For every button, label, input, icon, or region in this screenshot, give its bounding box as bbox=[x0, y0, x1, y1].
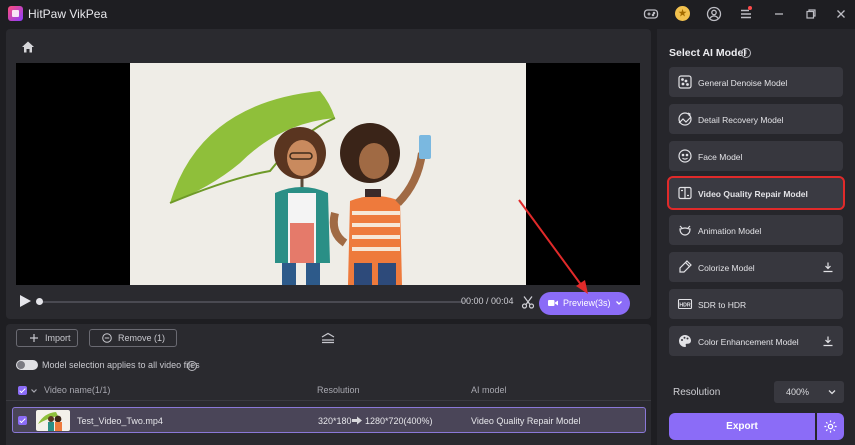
column-video-name: Video name(1/1) bbox=[44, 385, 111, 395]
export-button[interactable]: Export bbox=[669, 413, 815, 440]
app-window: HitPaw VikPea ★ 00:00 / 00:04 Preview(3s… bbox=[0, 0, 855, 445]
row-resolution-to: 1280*720(400%) bbox=[365, 416, 433, 426]
model-sdr-to-hdr[interactable]: HDR SDR to HDR bbox=[669, 289, 843, 319]
remove-label: Remove (1) bbox=[118, 333, 166, 343]
chevron-down-icon[interactable] bbox=[30, 387, 38, 395]
seek-handle[interactable] bbox=[36, 298, 43, 305]
row-resolution-from: 320*180 bbox=[318, 416, 352, 426]
detail-recovery-icon bbox=[678, 112, 692, 126]
row-checkbox[interactable] bbox=[18, 416, 27, 425]
model-colorize[interactable]: Colorize Model bbox=[669, 252, 843, 282]
export-settings-button[interactable] bbox=[817, 413, 844, 440]
preview-panel: 00:00 / 00:04 Preview(3s) bbox=[6, 29, 651, 319]
apply-all-label: Model selection applies to all video fil… bbox=[42, 360, 200, 370]
palette-icon bbox=[679, 335, 691, 347]
gamepad-icon[interactable] bbox=[642, 5, 660, 23]
preview-label: Preview(3s) bbox=[563, 298, 611, 308]
app-title: HitPaw VikPea bbox=[28, 7, 108, 21]
resolution-label: Resolution bbox=[673, 387, 721, 398]
arrow-right-icon bbox=[352, 416, 362, 425]
model-sidebar: Select AI Model i General Denoise Model … bbox=[657, 29, 855, 445]
apply-all-toggle[interactable] bbox=[16, 360, 38, 370]
model-label: Detail Recovery Model bbox=[698, 115, 784, 125]
model-label: Face Model bbox=[698, 152, 743, 162]
preview-button[interactable]: Preview(3s) bbox=[539, 292, 630, 315]
app-logo bbox=[8, 6, 23, 21]
model-animation[interactable]: Animation Model bbox=[669, 215, 843, 245]
chevron-down-icon[interactable] bbox=[615, 299, 623, 307]
table-row[interactable]: Test_Video_Two.mp4 320*180 1280*720(400%… bbox=[12, 407, 646, 433]
collapse-icon[interactable] bbox=[320, 332, 336, 344]
model-color-enhancement[interactable]: Color Enhancement Model bbox=[669, 326, 843, 356]
play-icon[interactable] bbox=[18, 294, 32, 308]
home-icon[interactable] bbox=[20, 39, 36, 55]
animation-icon bbox=[679, 225, 691, 236]
model-label: SDR to HDR bbox=[698, 300, 747, 310]
video-frame-image bbox=[130, 63, 526, 285]
hdr-icon: HDR bbox=[677, 298, 693, 310]
notification-dot bbox=[748, 6, 752, 10]
model-detail-recovery[interactable]: Detail Recovery Model bbox=[669, 104, 843, 134]
row-ai-model: Video Quality Repair Model bbox=[471, 416, 581, 426]
video-frame bbox=[130, 63, 526, 285]
model-label: Video Quality Repair Model bbox=[698, 189, 808, 199]
model-general-denoise[interactable]: General Denoise Model bbox=[669, 67, 843, 97]
video-thumbnail bbox=[36, 410, 70, 431]
info-icon[interactable]: i bbox=[187, 361, 197, 371]
video-repair-icon bbox=[678, 186, 692, 200]
select-all-checkbox[interactable] bbox=[18, 386, 27, 395]
model-face[interactable]: Face Model bbox=[669, 141, 843, 171]
table-header: Video name(1/1) Resolution AI model bbox=[6, 379, 651, 401]
chevron-down-icon bbox=[828, 390, 836, 395]
sidebar-title: Select AI Model bbox=[669, 47, 747, 59]
scissors-icon[interactable] bbox=[521, 295, 535, 309]
model-label: Colorize Model bbox=[698, 263, 755, 273]
svg-text:HDR: HDR bbox=[679, 303, 690, 309]
plus-icon bbox=[30, 334, 38, 342]
model-label: Animation Model bbox=[698, 226, 762, 236]
colorize-icon bbox=[679, 260, 692, 273]
minimize-icon[interactable] bbox=[770, 5, 788, 23]
coin-icon[interactable]: ★ bbox=[675, 6, 690, 21]
model-label: General Denoise Model bbox=[698, 78, 788, 88]
gear-icon bbox=[824, 420, 837, 433]
row-file-name: Test_Video_Two.mp4 bbox=[77, 416, 163, 426]
resolution-value: 400% bbox=[786, 387, 810, 397]
account-icon[interactable] bbox=[705, 5, 723, 23]
remove-button[interactable]: Remove (1) bbox=[89, 329, 177, 347]
title-bar: HitPaw VikPea ★ bbox=[0, 0, 855, 28]
file-list-panel: Import Remove (1) Model selection applie… bbox=[6, 324, 651, 445]
face-icon bbox=[678, 149, 692, 163]
import-label: Import bbox=[45, 333, 71, 343]
time-display: 00:00 / 00:04 bbox=[461, 296, 514, 306]
column-ai-model: AI model bbox=[471, 385, 507, 395]
close-icon[interactable] bbox=[832, 5, 850, 23]
model-video-quality-repair[interactable]: Video Quality Repair Model bbox=[667, 176, 845, 210]
minus-circle-icon bbox=[102, 333, 112, 343]
seek-bar[interactable] bbox=[38, 301, 464, 303]
column-resolution: Resolution bbox=[317, 385, 360, 395]
model-label: Color Enhancement Model bbox=[698, 337, 799, 347]
info-icon[interactable]: i bbox=[741, 48, 751, 58]
denoise-icon bbox=[678, 75, 692, 89]
camera-icon bbox=[548, 300, 558, 306]
video-player[interactable] bbox=[16, 63, 640, 285]
download-icon[interactable] bbox=[822, 335, 834, 347]
restore-icon[interactable] bbox=[802, 5, 820, 23]
import-button[interactable]: Import bbox=[16, 329, 78, 347]
resolution-select[interactable]: 400% bbox=[774, 381, 844, 403]
menu-icon[interactable] bbox=[737, 5, 755, 23]
download-icon[interactable] bbox=[822, 261, 834, 273]
